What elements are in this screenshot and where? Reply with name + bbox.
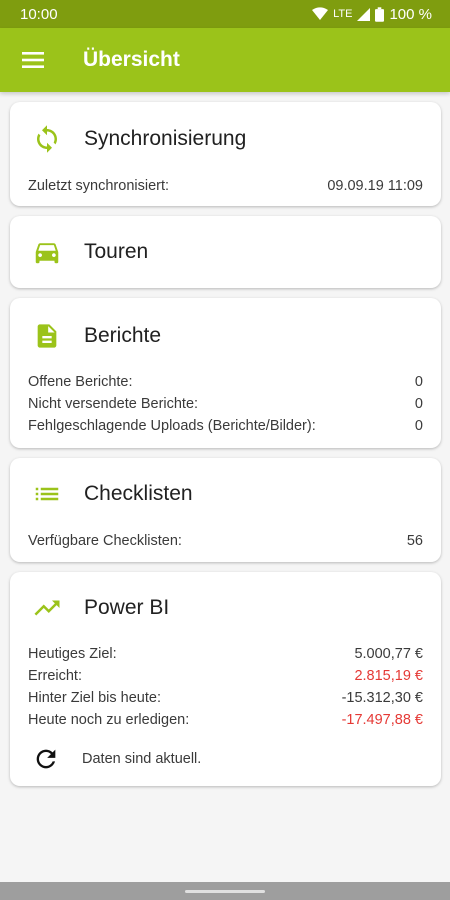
app-bar: Übersicht [0,28,450,92]
car-icon [35,243,59,264]
battery-level: 100 % [389,5,432,23]
powerbi-card[interactable]: Power BI Heutiges Ziel: 5.000,77 € Errei… [10,572,441,786]
battery-icon [375,6,385,22]
row-label: Hinter Ziel bis heute: [28,690,161,706]
trending-up-icon [34,600,60,616]
row-value: 5.000,77 € [354,646,423,662]
row-label: Heute noch zu erledigen: [28,712,190,728]
system-nav-bar [0,882,450,900]
data-status-text: Daten sind aktuell. [82,751,202,767]
status-bar: 10:00 LTE 100 % [0,0,450,28]
wifi-icon [312,7,329,20]
row-value: 2.815,19 € [354,668,423,684]
signal-icon [357,7,371,21]
row-label: Heutiges Ziel: [28,646,117,662]
row-label: Fehlgeschlagende Uploads (Berichte/Bilde… [28,418,316,434]
page-title: Übersicht [83,48,180,71]
checklists-card-title: Checklisten [84,482,193,505]
tours-card-title: Touren [84,240,149,263]
status-time: 10:00 [20,5,58,23]
sync-row: Zuletzt synchronisiert: 09.09.19 11:09 [28,175,423,197]
reports-row: Fehlgeschlagende Uploads (Berichte/Bilde… [28,415,423,437]
row-value: -15.312,30 € [341,690,423,706]
reports-row: Nicht versendete Berichte: 0 [28,393,423,415]
row-value: -17.497,88 € [341,712,423,728]
refresh-icon [36,749,56,769]
row-value: 56 [406,533,423,549]
data-status: Daten sind aktuell. [10,744,201,774]
row-value: 0 [414,418,423,434]
row-label: Verfügbare Checklisten: [28,533,182,549]
row-value: 09.09.19 11:09 [327,178,423,194]
reports-row: Offene Berichte: 0 [28,371,423,393]
powerbi-row: Hinter Ziel bis heute: -15.312,30 € [28,687,423,709]
checklists-row: Verfügbare Checklisten: 56 [28,530,423,552]
powerbi-row: Erreicht: 2.815,19 € [28,665,423,687]
refresh-button[interactable] [10,745,82,773]
row-value: 0 [414,396,423,412]
tours-card[interactable]: Touren [10,216,441,288]
sync-icon [37,125,57,153]
network-label: LTE [333,8,353,20]
sync-card-title: Synchronisierung [84,127,247,150]
reports-card-title: Berichte [84,324,162,347]
row-label: Offene Berichte: [28,374,133,390]
powerbi-card-title: Power BI [84,596,170,619]
powerbi-row: Heutiges Ziel: 5.000,77 € [28,643,423,665]
menu-button[interactable] [0,28,66,92]
row-label: Erreicht: [28,668,82,684]
list-icon [35,487,59,501]
row-label: Zuletzt synchronisiert: [28,178,170,194]
status-icons: LTE 100 % [312,6,432,23]
checklists-card[interactable]: Checklisten Verfügbare Checklisten: 56 [10,458,441,562]
row-label: Nicht versendete Berichte: [28,396,199,412]
home-gesture-handle[interactable] [185,890,265,893]
row-value: 0 [414,374,423,390]
sync-card[interactable]: Synchronisierung Zuletzt synchronisiert:… [10,102,441,206]
powerbi-row: Heute noch zu erledigen: -17.497,88 € [28,709,423,731]
menu-icon [22,52,44,68]
document-icon [37,324,57,348]
reports-card[interactable]: Berichte Offene Berichte: 0 Nicht versen… [10,298,441,448]
